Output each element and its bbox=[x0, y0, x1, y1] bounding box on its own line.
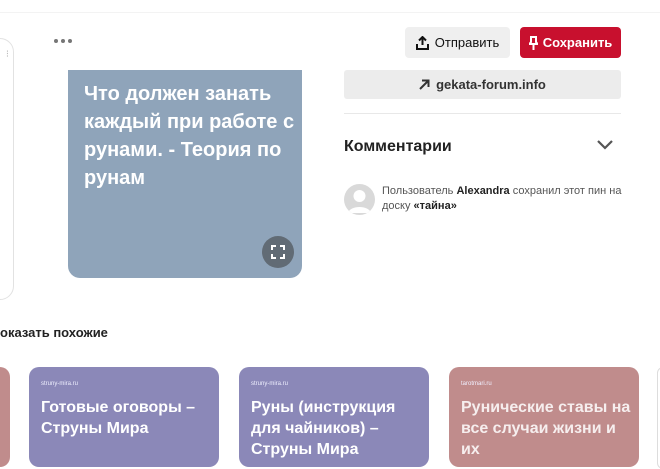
activity-board-link[interactable]: «тайна» bbox=[414, 200, 457, 212]
similar-heading: оказать похожие bbox=[0, 325, 108, 340]
avatar[interactable] bbox=[344, 184, 375, 215]
upload-icon bbox=[415, 35, 429, 50]
top-divider bbox=[0, 12, 660, 13]
card-site: struny-mira.ru bbox=[251, 381, 289, 387]
similar-card[interactable]: struny-mira.ru Готовые оговоры – Струны … bbox=[29, 367, 219, 467]
activity-text: Пользователь Alexandra сохранил этот пин… bbox=[382, 184, 622, 214]
dot-icon bbox=[54, 39, 58, 43]
source-link-label: gekata-forum.info bbox=[436, 77, 546, 92]
dot-icon bbox=[61, 39, 65, 43]
activity-user-link[interactable]: Alexandra bbox=[456, 185, 509, 197]
share-button-label: Отправить bbox=[434, 35, 500, 50]
card-site: tarotmari.ru bbox=[461, 381, 492, 387]
card-title: Рунические ставы на все случаи жизни и и… bbox=[461, 399, 631, 458]
section-divider bbox=[344, 113, 621, 114]
dot-icon bbox=[68, 39, 72, 43]
card-site: struny-mira.ru bbox=[41, 381, 79, 387]
share-button[interactable]: Отправить bbox=[405, 27, 510, 58]
expand-image-button[interactable] bbox=[262, 236, 294, 268]
user-icon bbox=[348, 190, 371, 213]
pin-icon bbox=[528, 35, 538, 50]
pin-image-text: Что должен занать каждый при работе с ру… bbox=[84, 83, 295, 189]
comments-heading: Комментарии bbox=[344, 138, 452, 155]
save-button[interactable]: Сохранить bbox=[520, 27, 621, 58]
arrow-up-right-icon bbox=[419, 79, 430, 90]
similar-card[interactable]: struny-mira.ru Руны (инструкция для чайн… bbox=[239, 367, 429, 467]
source-link[interactable]: gekata-forum.info bbox=[344, 70, 621, 99]
activity-prefix: Пользователь bbox=[382, 185, 454, 197]
more-options-button[interactable] bbox=[52, 32, 74, 50]
similar-card[interactable]: tarotmari.ru Рунические ставы на все слу… bbox=[449, 367, 639, 467]
card-title: Готовые оговоры – Струны Мира bbox=[41, 399, 196, 437]
pin-image[interactable]: Что должен занать каждый при работе с ру… bbox=[68, 70, 302, 278]
save-button-label: Сохранить bbox=[542, 35, 613, 50]
similar-card[interactable] bbox=[0, 367, 10, 467]
chevron-down-icon[interactable] bbox=[595, 138, 615, 152]
previous-pin-card[interactable]: ⁝ bbox=[0, 38, 14, 300]
card-title: Руны (инструкция для чайников) – Струны … bbox=[251, 399, 396, 458]
drag-handle-icon: ⁝ bbox=[5, 49, 9, 60]
fullscreen-icon bbox=[271, 245, 285, 259]
